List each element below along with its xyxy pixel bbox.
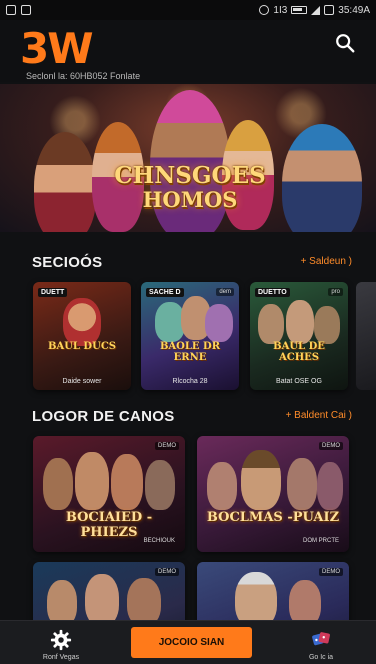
card-character	[287, 458, 317, 510]
card-character	[127, 578, 161, 626]
card-caption: Batat OSE OG	[276, 378, 322, 385]
game-card[interactable]: DEMO BOCIAIED -PHIEZS BECHIOUK	[33, 436, 185, 552]
app-logo[interactable]: 3W	[20, 24, 94, 73]
game-card[interactable]: DEMO BOCLMAS -PUAIZ DOM PRCTE	[197, 436, 349, 552]
hero-title: CHNSGOES HOMOS	[110, 164, 270, 210]
section-header-featured: SECIOÓS + Saldeun )	[0, 252, 376, 274]
alarm-icon	[259, 5, 270, 15]
card-character	[43, 458, 73, 510]
card-badge: DUETT	[38, 288, 68, 297]
card-badge-right: DEMO	[319, 442, 343, 450]
notification-icon	[6, 5, 16, 15]
see-all-link[interactable]: + Baldent Cai )	[286, 410, 352, 421]
nav-item-settings[interactable]: Ronf Vegas	[26, 621, 96, 664]
image-icon	[21, 5, 31, 15]
status-time: 35:49A	[338, 4, 370, 16]
carousel-next-peek[interactable]	[356, 282, 376, 390]
card-character	[314, 306, 340, 344]
search-icon[interactable]	[334, 32, 356, 54]
join-button[interactable]: JOCOIO SIAN	[131, 627, 252, 658]
card-title: BAUL DE ACHES	[273, 341, 325, 363]
card-title: BAOLE DR ERNE	[159, 341, 221, 363]
card-character	[111, 454, 143, 510]
hero-title-line2: HOMOS	[142, 187, 238, 212]
card-badge-right: dem	[216, 288, 234, 296]
card-badge: SACHE D	[146, 288, 184, 297]
nav-label: Go Ic ia	[308, 654, 334, 661]
card-caption: Rlcocha 28	[172, 378, 208, 385]
card-character	[85, 574, 119, 626]
card-character	[207, 462, 237, 510]
hero-banner[interactable]: CHNSGOES HOMOS	[0, 84, 376, 232]
card-character	[75, 452, 109, 510]
game-card[interactable]: SACHE D dem BAOLE DR ERNE Rlcocha 28	[141, 282, 239, 390]
header-subline: Seclonl la: 60HB052 Fonlate	[26, 71, 141, 81]
status-signal-text: 1I3	[273, 4, 288, 16]
section-title: LOGOR DE CANOS	[32, 408, 175, 425]
section-header-games: LOGOR DE CANOS + Baldent Cai )	[0, 406, 376, 428]
card-character	[145, 460, 175, 510]
card-character	[258, 304, 284, 344]
app-header: 3W Seclonl la: 60HB052 Fonlate	[0, 20, 376, 82]
card-title: BAUL DUCS	[47, 341, 117, 352]
data-icon	[324, 5, 335, 15]
nav-item-games[interactable]: Go Ic ia	[286, 621, 356, 664]
section-title: SECIOÓS	[32, 254, 103, 271]
status-bar: 1I3 35:49A	[0, 0, 376, 20]
card-caption: DOM PRCTE	[303, 538, 339, 544]
card-character	[241, 450, 281, 510]
card-character	[63, 298, 101, 346]
card-character	[317, 462, 343, 510]
card-badge: DUETTO	[255, 288, 290, 297]
card-title: BOCLMAS -PUAIZ	[206, 510, 340, 525]
hero-character-left	[34, 132, 96, 232]
card-title: BOCIAIED -PHIEZS	[65, 510, 153, 540]
battery-icon	[291, 6, 308, 14]
nav-label: Ronf Vegas	[42, 654, 80, 661]
game-card[interactable]: DUETTO pro BAUL DE ACHES Batat OSE OG	[250, 282, 348, 390]
card-caption: Daide sower	[62, 378, 102, 385]
hero-character-right	[282, 124, 362, 232]
card-badge-right: DEMO	[155, 442, 179, 450]
card-badge-right: DEMO	[319, 568, 343, 576]
hero-title-line1: CHNSGOES	[114, 162, 266, 189]
see-all-link[interactable]: + Saldeun )	[301, 256, 352, 267]
card-character	[286, 300, 314, 344]
game-card[interactable]: DUETT BAUL DUCS Daide sower	[33, 282, 131, 390]
card-caption: BECHIOUK	[143, 538, 175, 544]
card-character	[205, 304, 233, 342]
card-badge-right: pro	[328, 288, 343, 296]
gear-icon	[50, 629, 72, 651]
signal-icon	[311, 5, 321, 15]
dice-icon	[312, 632, 330, 646]
card-badge-right: DEMO	[155, 568, 179, 576]
